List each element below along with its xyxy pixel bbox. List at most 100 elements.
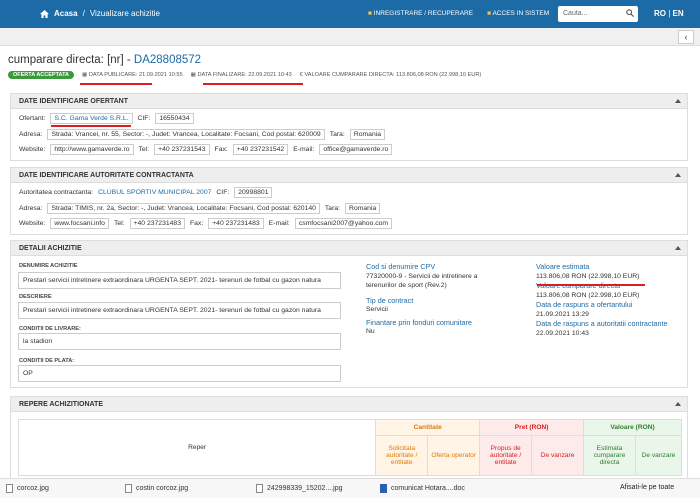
fax-label: Fax:: [189, 220, 204, 227]
ofertant-country: Romania: [349, 129, 386, 140]
user-icon: ■: [487, 10, 492, 17]
direct-value: 113.806,08 RON (22.998,10 EUR): [536, 291, 640, 299]
cif-label: CIF:: [216, 189, 230, 196]
lang-en[interactable]: EN: [673, 9, 684, 18]
repere-panel-header: REPERE ACHIZITIONATE: [11, 397, 687, 412]
cif-label: CIF:: [137, 115, 151, 122]
ofertant-panel: DATE IDENTIFICARE OFERTANT Ofertant: S.C…: [10, 93, 688, 161]
delivery-label: CONDITII DE LIVRARE:: [19, 326, 81, 332]
cpv-label: Cod si denumire CPV: [366, 262, 436, 271]
search-input[interactable]: Cauta...: [558, 6, 638, 22]
authority-website[interactable]: www.focsani.info: [50, 218, 109, 229]
items-table: Reper Cantitate Pret (RON) Valoare (RON)…: [17, 419, 683, 476]
delivery-conditions: la stadion: [18, 333, 341, 350]
country-label: Tara:: [324, 205, 341, 212]
address-label: Adresa:: [19, 205, 43, 212]
detalii-panel: DETALII ACHIZITIE DENUMIRE ACHIZITIE Pre…: [10, 240, 688, 388]
requested-qty-header: Solicitata autoritate / entitate: [375, 435, 429, 476]
register-link[interactable]: ■ INREGISTRARE / RECUPERARE: [368, 10, 473, 17]
ofertant-website[interactable]: http://www.gamaverde.ro: [50, 144, 134, 155]
tel-label: Tel:: [113, 220, 125, 227]
chevron-left-icon: ‹: [684, 32, 688, 42]
search-placeholder: Cauta...: [563, 10, 588, 17]
procurement-description: Prestari servicii intretinere extraordin…: [18, 302, 341, 319]
image-file-icon: [256, 484, 263, 493]
lang-ro[interactable]: RO: [654, 9, 666, 18]
funding-value: Nu: [366, 328, 375, 335]
show-all-downloads-button[interactable]: Afisati-le pe toate: [620, 484, 674, 491]
ofertant-address: Strada: Vrancei, nr. 55, Sector: -, Jude…: [47, 129, 325, 140]
published-date: ▦ DATA PUBLICARE: 21.09.2021 10:55: [82, 72, 183, 78]
autoritate-panel-header: DATE IDENTIFICARE AUTORITATE CONTRACTANT…: [11, 168, 687, 183]
download-item[interactable]: corcoz.jpg: [6, 484, 49, 493]
home-icon[interactable]: [40, 9, 49, 18]
download-filename: 242998339_15202....jpg: [267, 485, 343, 492]
ofertant-name-link[interactable]: S.C. Gama Verde S.R.L.: [50, 113, 133, 124]
estimated-value-label: Valoare estimata: [536, 262, 590, 271]
address-label: Adresa:: [19, 131, 43, 138]
download-item[interactable]: 242998339_15202....jpg: [256, 484, 343, 493]
procurement-number: DA28808572: [133, 54, 202, 66]
calendar-icon: ▦: [190, 72, 196, 78]
language-switch: RO | EN: [654, 9, 684, 18]
sub-toolbar: [0, 28, 700, 46]
collapse-icon[interactable]: [675, 98, 681, 104]
calendar-icon: ▦: [82, 72, 88, 78]
email-label: E-mail:: [268, 220, 290, 227]
breadcrumb-home[interactable]: Acasa: [54, 9, 78, 18]
page-title: cumparare directa: [nr] - DA28808572: [8, 54, 201, 66]
authority-name-link[interactable]: CLUBUL SPORTIV MUNICIPAL 2007: [98, 189, 211, 196]
download-item[interactable]: comunicat Hotara....doc: [380, 484, 465, 493]
back-button[interactable]: ‹: [678, 30, 694, 44]
download-filename: costin corcoz.jpg: [136, 485, 189, 492]
highlight-ofertant: [51, 125, 131, 127]
login-label: ACCES IN SISTEM: [492, 10, 550, 17]
finalized-date-text: DATA FINALIZARE: 22.09.2021 10:43: [197, 72, 292, 78]
description-label: DESCRIERE: [19, 294, 52, 300]
breadcrumb: Acasa / Vizualizare achizitie: [40, 9, 160, 18]
download-item[interactable]: costin corcoz.jpg: [125, 484, 188, 493]
download-filename: comunicat Hotara....doc: [391, 485, 465, 492]
authority-tel: +40 237231483: [129, 218, 185, 229]
status-badge: OFERTA ACCEPTATA: [8, 71, 75, 79]
collapse-icon[interactable]: [675, 245, 681, 251]
reper-header: Reper: [17, 419, 377, 476]
detalii-title: DETALII ACHIZITIE: [19, 245, 82, 252]
payment-label: CONDITII DE PLATA:: [19, 358, 75, 364]
downloads-bar: corcoz.jpg costin corcoz.jpg 242998339_1…: [0, 478, 700, 498]
purchase-value-text: VALOARE CUMPARARE DIRECTA: 113.806,08 RO…: [304, 72, 482, 78]
collapse-icon[interactable]: [675, 401, 681, 407]
image-file-icon: [125, 484, 132, 493]
login-link[interactable]: ■ ACCES IN SISTEM: [487, 10, 549, 17]
highlight-estimated-value: [537, 284, 645, 286]
funding-label: Finantare prin fonduri comunitare: [366, 317, 472, 327]
fax-label: Fax:: [214, 146, 228, 153]
offered-qty-header: Oferta operator: [427, 435, 481, 476]
lock-icon: ■: [368, 10, 372, 17]
direct-value-label: Valoare cumparare directa: [536, 281, 621, 290]
values-block: Valoare estimata 113.806,08 RON (22.998,…: [536, 262, 681, 338]
website-label: Website:: [19, 220, 46, 227]
name-label: DENUMIRE ACHIZITIE: [19, 263, 78, 269]
authority-cif: 20998801: [234, 187, 273, 198]
collapse-icon[interactable]: [675, 172, 681, 178]
procurement-name: Prestari servicii intretinere extraordin…: [18, 272, 341, 289]
highlight-published: [80, 83, 152, 85]
autoritate-title: DATE IDENTIFICARE AUTORITATE CONTRACTANT…: [19, 172, 194, 179]
page-title-text: cumparare directa: [nr] -: [8, 54, 134, 66]
search-icon[interactable]: [626, 9, 634, 17]
bidder-response-label: Data de raspuns a ofertantului: [536, 300, 633, 309]
authority-email: csmfocsani2007@yahoo.com: [294, 218, 393, 229]
proposed-price-header: Propus de autoritate / entitate: [479, 435, 533, 476]
lang-separator: |: [668, 9, 671, 18]
ofertant-title: DATE IDENTIFICARE OFERTANT: [19, 98, 129, 105]
website-label: Website:: [19, 146, 46, 153]
breadcrumb-separator: /: [82, 9, 85, 18]
repere-panel: REPERE ACHIZITIONATE Reper Cantitate Pre…: [10, 396, 688, 486]
meta-bar: OFERTA ACCEPTATA ▦ DATA PUBLICARE: 21.09…: [8, 70, 481, 80]
image-file-icon: [6, 484, 13, 493]
top-navbar: Acasa / Vizualizare achizitie ■ INREGIST…: [0, 0, 700, 28]
published-date-text: DATA PUBLICARE: 21.09.2021 10:55: [88, 72, 183, 78]
sale-value-header: De vanzare: [634, 435, 683, 476]
tel-label: Tel:: [138, 146, 150, 153]
